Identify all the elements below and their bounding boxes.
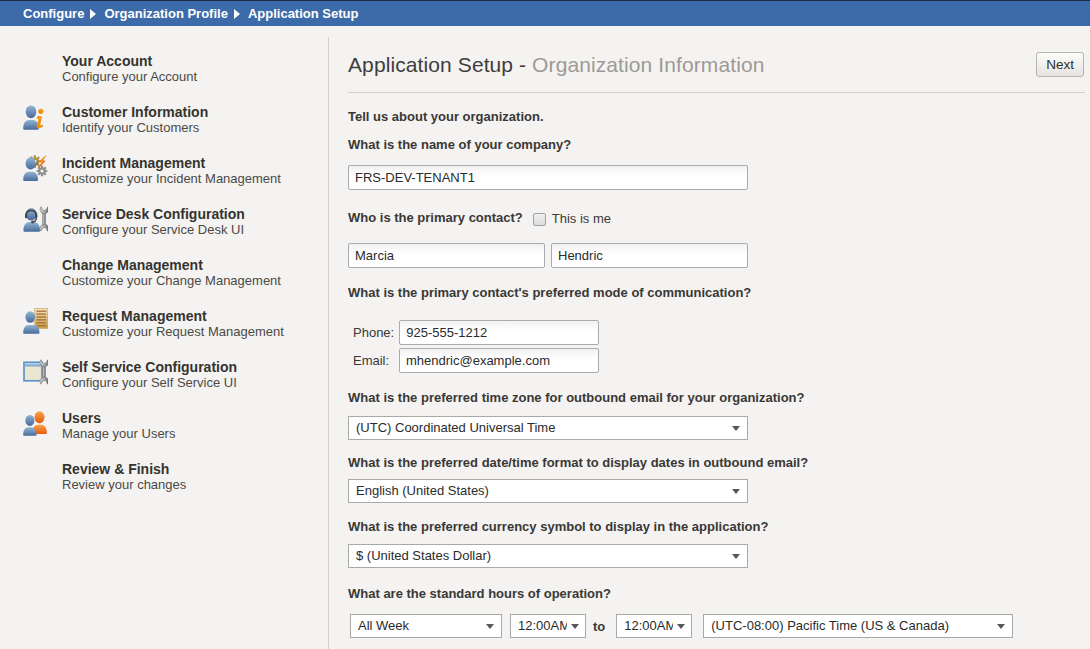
datetime-format-select-value: English (United States) xyxy=(356,480,725,502)
dropdown-caret-icon xyxy=(732,489,740,494)
sidebar-item-title: Service Desk Configuration xyxy=(62,206,245,222)
person-document-icon xyxy=(23,308,48,334)
breadcrumb-item-configure[interactable]: Configure xyxy=(23,6,84,21)
currency-select-value: $ (United States Dollar) xyxy=(356,545,725,567)
email-input[interactable] xyxy=(399,348,599,373)
hours-end-select[interactable]: 12:00AM xyxy=(616,614,692,638)
dropdown-caret-icon xyxy=(732,426,740,431)
sidebar-item-title: Customer Information xyxy=(62,104,208,120)
two-users-icon xyxy=(23,410,48,436)
sidebar-item-subtitle: Customize your Request Management xyxy=(62,324,284,340)
company-name-label: What is the name of your company? xyxy=(348,137,1085,153)
datetime-format-select[interactable]: English (United States) xyxy=(348,479,748,503)
communication-label: What is the primary contact's preferred … xyxy=(348,285,1085,301)
hours-timezone-select[interactable]: (UTC-08:00) Pacific Time (US & Canada) xyxy=(703,614,1013,638)
sidebar-item-title: Change Management xyxy=(62,257,281,273)
page-title-prefix: Application Setup - xyxy=(348,53,532,76)
setup-steps-sidebar: Your Account Configure your Account Cust… xyxy=(0,26,329,649)
breadcrumb-bar: Configure Organization Profile Applicati… xyxy=(0,0,1090,26)
company-name-input[interactable] xyxy=(348,165,748,190)
sidebar-item-subtitle: Review your changes xyxy=(62,477,186,493)
window-wrench-icon xyxy=(23,359,48,385)
no-icon-spacer xyxy=(23,53,48,79)
sidebar-item-subtitle: Identify your Customers xyxy=(62,120,208,136)
sidebar-item-title: Your Account xyxy=(62,53,197,69)
sidebar-item-self-service-configuration[interactable]: Self Service Configuration Configure you… xyxy=(0,359,329,391)
dropdown-caret-icon xyxy=(571,624,579,629)
phone-row: Phone: xyxy=(348,320,1085,345)
phone-input[interactable] xyxy=(399,320,599,345)
dropdown-caret-icon xyxy=(486,624,494,629)
sidebar-item-your-account[interactable]: Your Account Configure your Account xyxy=(0,53,329,85)
hours-to-label: to xyxy=(593,619,605,634)
sidebar-item-subtitle: Manage your Users xyxy=(62,426,175,442)
this-is-me-label: This is me xyxy=(552,211,611,226)
person-headset-wrench-icon xyxy=(23,206,48,232)
sidebar-divider xyxy=(328,37,329,649)
dropdown-caret-icon xyxy=(677,624,685,629)
breadcrumb-separator-icon xyxy=(90,9,96,19)
sidebar-item-title: Self Service Configuration xyxy=(62,359,237,375)
sidebar-item-service-desk-configuration[interactable]: Service Desk Configuration Configure you… xyxy=(0,206,329,238)
sidebar-item-users[interactable]: Users Manage your Users xyxy=(0,410,329,442)
dropdown-caret-icon xyxy=(997,624,1005,629)
dropdown-caret-icon xyxy=(732,554,740,559)
timezone-label: What is the preferred time zone for outb… xyxy=(348,390,1085,406)
hours-start-select[interactable]: 12:00AM xyxy=(510,614,586,638)
this-is-me-checkbox[interactable] xyxy=(533,213,546,226)
email-label: Email: xyxy=(353,353,394,368)
hours-start-select-value: 12:00AM xyxy=(518,615,567,637)
currency-select[interactable]: $ (United States Dollar) xyxy=(348,544,748,568)
email-row: Email: xyxy=(348,348,1085,373)
hours-days-select[interactable]: All Week xyxy=(350,614,502,638)
sidebar-item-request-management[interactable]: Request Management Customize your Reques… xyxy=(0,308,329,340)
page-title: Application Setup - Organization Informa… xyxy=(348,53,764,77)
sidebar-item-subtitle: Configure your Account xyxy=(62,69,197,85)
breadcrumb-separator-icon xyxy=(234,9,240,19)
organization-form: Tell us about your organization. What is… xyxy=(348,93,1085,638)
phone-label: Phone: xyxy=(353,325,394,340)
datetime-format-label: What is the preferred date/time format t… xyxy=(348,455,1085,471)
sidebar-item-title: Incident Management xyxy=(62,155,281,171)
timezone-select[interactable]: (UTC) Coordinated Universal Time xyxy=(348,416,748,440)
next-button[interactable]: Next xyxy=(1036,52,1084,77)
timezone-select-value: (UTC) Coordinated Universal Time xyxy=(356,417,725,439)
breadcrumb-item-organization-profile[interactable]: Organization Profile xyxy=(104,6,228,21)
sidebar-item-change-management[interactable]: Change Management Customize your Change … xyxy=(0,257,329,289)
currency-label: What is the preferred currency symbol to… xyxy=(348,519,1085,535)
last-name-input[interactable] xyxy=(551,243,748,268)
sidebar-item-subtitle: Configure your Self Service UI xyxy=(62,375,237,391)
no-icon-spacer xyxy=(23,461,48,487)
main-panel: Application Setup - Organization Informa… xyxy=(330,26,1090,649)
breadcrumb-item-application-setup[interactable]: Application Setup xyxy=(248,6,359,21)
sidebar-item-title: Users xyxy=(62,410,175,426)
sidebar-item-title: Review & Finish xyxy=(62,461,186,477)
hours-days-select-value: All Week xyxy=(358,615,479,637)
hours-end-select-value: 12:00AM xyxy=(624,615,673,637)
hours-timezone-select-value: (UTC-08:00) Pacific Time (US & Canada) xyxy=(711,615,990,637)
sidebar-item-review-finish[interactable]: Review & Finish Review your changes xyxy=(0,461,329,493)
sidebar-item-customer-information[interactable]: Customer Information Identify your Custo… xyxy=(0,104,329,136)
sidebar-item-subtitle: Configure your Service Desk UI xyxy=(62,222,245,238)
sidebar-item-subtitle: Customize your Change Management xyxy=(62,273,281,289)
person-info-icon xyxy=(23,104,48,130)
sidebar-item-incident-management[interactable]: Incident Management Customize your Incid… xyxy=(0,155,329,187)
hours-of-operation-row: All Week 12:00AM to 12:00AM (UTC-08:00) … xyxy=(350,614,1085,638)
page-header: Application Setup - Organization Informa… xyxy=(348,26,1085,92)
sidebar-item-subtitle: Customize your Incident Management xyxy=(62,171,281,187)
first-name-input[interactable] xyxy=(348,243,545,268)
form-intro: Tell us about your organization. xyxy=(348,109,1085,125)
primary-contact-label: Who is the primary contact? xyxy=(348,210,523,226)
sidebar-item-title: Request Management xyxy=(62,308,284,324)
no-icon-spacer xyxy=(23,257,48,283)
person-gears-icon xyxy=(23,155,48,181)
primary-contact-row: Who is the primary contact? This is me xyxy=(348,210,1085,226)
contact-name-row xyxy=(348,243,1085,268)
hours-label: What are the standard hours of operation… xyxy=(348,586,1085,602)
page-title-section: Organization Information xyxy=(532,53,764,76)
